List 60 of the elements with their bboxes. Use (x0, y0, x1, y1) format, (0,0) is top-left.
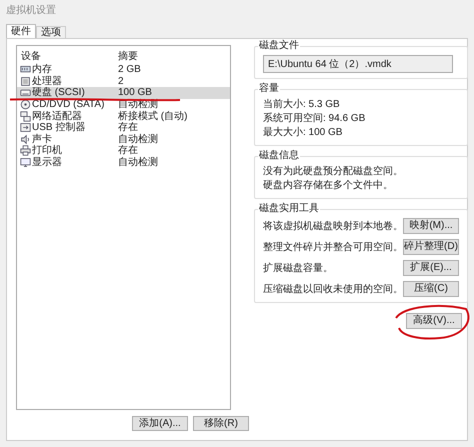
hard-drive-icon (20, 87, 31, 98)
memory-chip-icon (20, 64, 31, 76)
table-cell: 存在 (118, 122, 138, 134)
table-cell: 自动检测 (118, 157, 158, 168)
table-cell: 桥接模式 (自动) (118, 110, 188, 122)
dialog-button[interactable]: 移除(R) (193, 416, 249, 431)
device-row[interactable]: 硬盘 (SCSI) 100 GB (17, 87, 230, 99)
info-text: 硬盘内容存储在多个文件中。 (263, 179, 394, 193)
table-cell: 声卡 (32, 134, 52, 145)
monitor-icon (20, 157, 31, 168)
usb-icon (20, 122, 31, 134)
column-header: 摘要 (118, 50, 138, 64)
utility-button[interactable]: 压缩(C) (403, 281, 459, 297)
capacity-text: 系统可用空间: 94.6 GB (263, 112, 366, 126)
group-title: 磁盘实用工具 (258, 203, 320, 215)
utility-text: 扩展磁盘容量。 (263, 262, 333, 276)
table-cell: 硬盘 (SCSI) (32, 87, 85, 98)
group-title: 磁盘文件 (258, 40, 300, 52)
table-cell: 打印机 (32, 145, 62, 156)
table-cell: 2 GB (118, 64, 141, 76)
table-cell: 内存 (32, 64, 52, 76)
device-row[interactable]: 显示器 自动检测 (17, 156, 230, 168)
info-text: 没有为此硬盘预分配磁盘空间。 (263, 165, 404, 179)
table-cell: 自动检测 (118, 134, 158, 145)
utility-text: 整理文件碎片并整合可用空间。 (263, 240, 403, 254)
table-cell: CD/DVD (SATA) (32, 99, 104, 110)
table-cell: USB 控制器 (32, 122, 86, 134)
table-cell: 网络适配器 (32, 110, 82, 122)
printer-icon (20, 145, 31, 156)
utility-text: 将该虚拟机磁盘映射到本地卷。 (263, 220, 403, 234)
file-path-field[interactable]: E:\Ubuntu 64 位（2）.vmdk (263, 55, 453, 73)
table-cell: 显示器 (32, 157, 62, 168)
tab[interactable]: 选项 (36, 26, 66, 38)
network-icon (20, 110, 31, 122)
utility-button[interactable]: 碎片整理(D) (403, 239, 459, 255)
capacity-text: 最大大小: 100 GB (263, 126, 344, 140)
table-cell: 处理器 (32, 76, 62, 87)
group-title: 容量 (258, 83, 280, 95)
column-header: 设备 (20, 50, 42, 64)
dialog-button[interactable]: 添加(A)... (132, 416, 188, 431)
device-row[interactable]: 处理器 2 (17, 76, 230, 88)
chip-icon (20, 76, 31, 87)
utility-button[interactable]: 映射(M)... (403, 218, 459, 234)
device-row[interactable]: 打印机 存在 (17, 145, 230, 157)
capacity-text: 当前大小: 5.3 GB (263, 98, 341, 112)
device-row[interactable]: 网络适配器 桥接模式 (自动) (17, 110, 230, 122)
device-row[interactable]: 声卡 自动检测 (17, 134, 230, 146)
utility-text: 压缩磁盘以回收未使用的空间。 (263, 282, 403, 296)
device-row[interactable]: 内存 2 GB (17, 64, 230, 76)
speaker-icon (20, 134, 31, 145)
device-row[interactable]: USB 控制器 存在 (17, 122, 230, 134)
window-title: 虚拟机设置 (5, 4, 57, 18)
advanced-button[interactable]: 高级(V)... (406, 313, 462, 329)
tab[interactable]: 硬件 (6, 24, 36, 38)
group-title: 磁盘信息 (258, 150, 300, 162)
disc-icon (20, 99, 31, 110)
table-cell: 存在 (118, 145, 138, 156)
table-cell: 2 (118, 76, 124, 87)
utility-button[interactable]: 扩展(E)... (403, 260, 459, 276)
table-cell: 100 GB (118, 87, 152, 98)
